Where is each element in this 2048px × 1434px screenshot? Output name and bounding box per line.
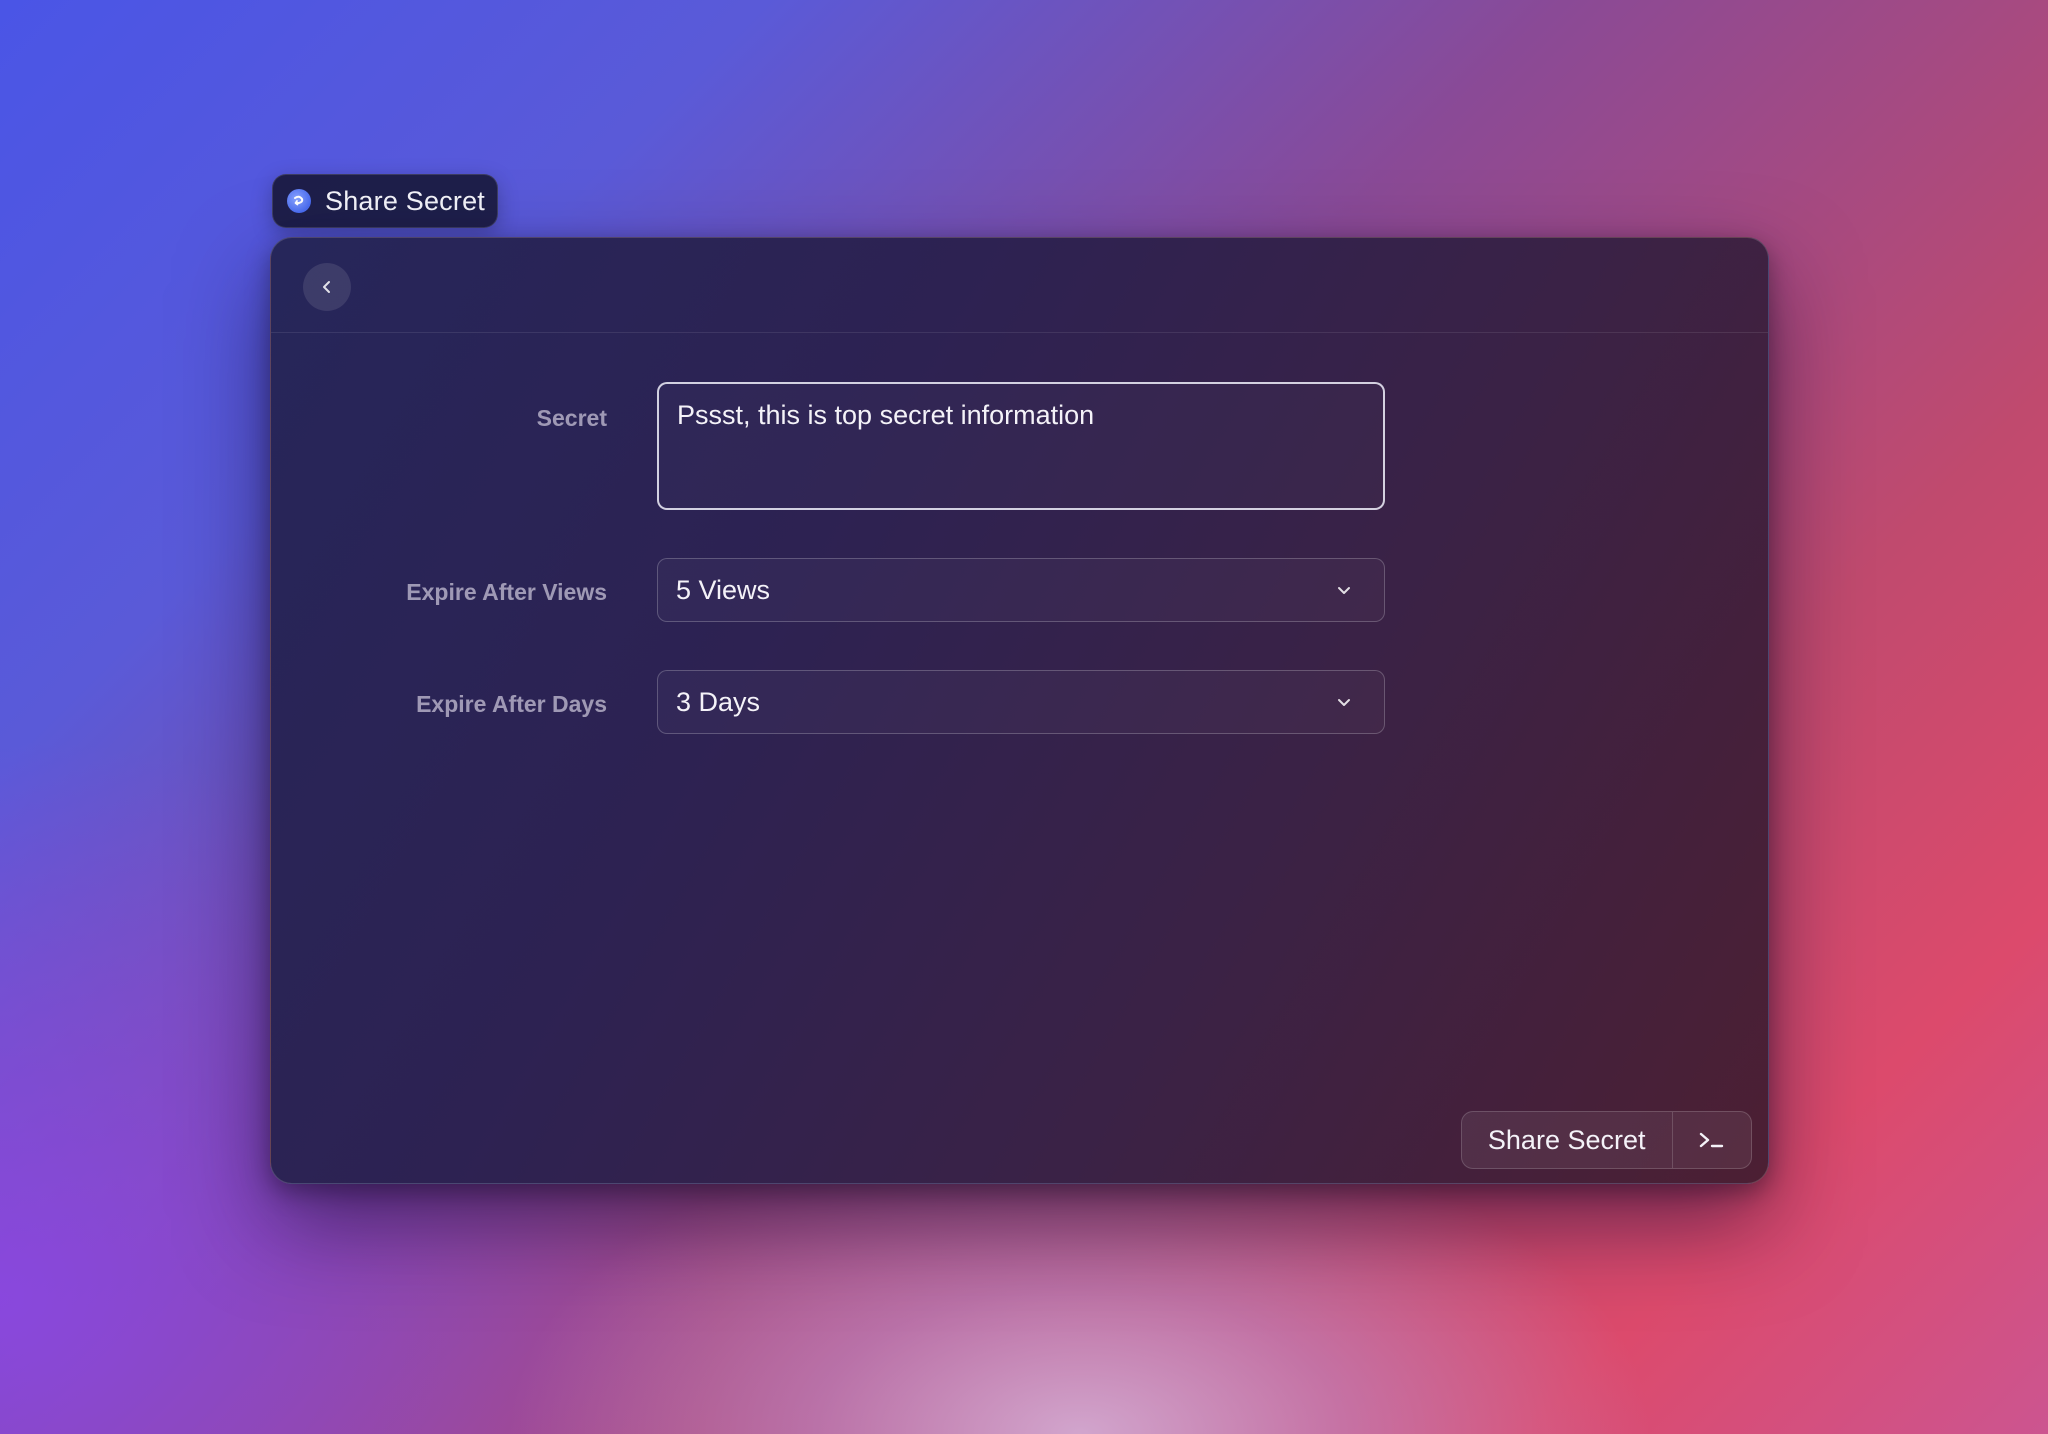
back-button[interactable]: [303, 263, 351, 311]
expire-views-dropdown[interactable]: 5 Views: [657, 558, 1385, 622]
window-header: [271, 238, 1768, 333]
chevron-down-icon: [1334, 580, 1354, 600]
expire-views-value: 5 Views: [676, 574, 771, 605]
share-secret-app-icon: [287, 189, 311, 213]
expire-views-label: Expire After Views: [406, 579, 607, 605]
share-secret-window: Secret Pssst, this is top secret informa…: [270, 237, 1769, 1184]
window-title-pill: Share Secret: [272, 174, 498, 228]
share-secret-button[interactable]: Share Secret: [1462, 1112, 1672, 1168]
terminal-prompt-icon: [1699, 1132, 1724, 1148]
action-bar: Share Secret: [1460, 1111, 1752, 1169]
desktop-background: Share Secret Secret Pssst, this is top s…: [0, 0, 2048, 1434]
expire-days-label: Expire After Days: [416, 691, 607, 717]
chevron-left-icon: [323, 281, 330, 293]
chevron-down-icon: [1334, 692, 1354, 712]
expire-days-value: 3 Days: [676, 686, 761, 717]
secret-textarea[interactable]: Pssst, this is top secret information: [657, 382, 1385, 510]
action-panel-button[interactable]: [1673, 1112, 1751, 1168]
secret-label: Secret: [536, 405, 607, 431]
window-title: Share Secret: [325, 185, 485, 216]
expire-days-dropdown[interactable]: 3 Days: [657, 670, 1385, 734]
secret-textarea-value: Pssst, this is top secret information: [677, 400, 1095, 430]
